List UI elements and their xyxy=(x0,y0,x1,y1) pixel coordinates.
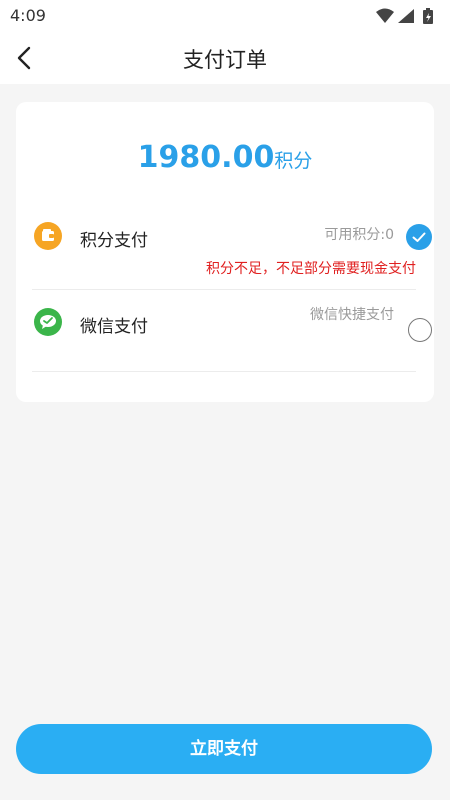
insufficient-points-warning: 积分不足，不足部分需要现金支付 xyxy=(206,261,416,277)
status-icons xyxy=(374,6,438,26)
radio-selected[interactable] xyxy=(406,224,432,250)
divider xyxy=(32,371,416,372)
divider xyxy=(32,289,416,290)
status-time: 4:09 xyxy=(10,6,46,25)
pay-now-button[interactable]: 立即支付 xyxy=(16,724,432,774)
payment-card: 1980.00积分 积分支付 可用积分:0 积分不足，不足部分需要现金支付 微信… xyxy=(16,102,434,402)
signal-icon xyxy=(398,9,414,23)
wechat-icon xyxy=(34,308,62,336)
check-icon xyxy=(412,232,426,242)
battery-icon xyxy=(423,8,433,24)
amount-value: 1980.00 xyxy=(137,140,275,175)
order-amount: 1980.00积分 xyxy=(16,140,434,175)
payment-option-label: 微信支付 xyxy=(80,317,148,337)
wifi-icon xyxy=(376,8,394,23)
payment-option-points[interactable]: 积分支付 可用积分:0 积分不足，不足部分需要现金支付 xyxy=(32,214,432,290)
payment-option-wechat[interactable]: 微信支付 微信快捷支付 xyxy=(32,302,432,372)
available-points: 可用积分:0 xyxy=(324,227,394,243)
wallet-icon xyxy=(34,222,62,250)
radio-unselected[interactable] xyxy=(408,318,432,342)
nav-bar: 支付订单 xyxy=(0,32,450,84)
wechat-quick-pay: 微信快捷支付 xyxy=(310,307,394,323)
status-bar: 4:09 xyxy=(0,0,450,32)
payment-option-label: 积分支付 xyxy=(80,231,148,251)
page-title: 支付订单 xyxy=(183,48,267,72)
amount-unit: 积分 xyxy=(274,150,313,172)
